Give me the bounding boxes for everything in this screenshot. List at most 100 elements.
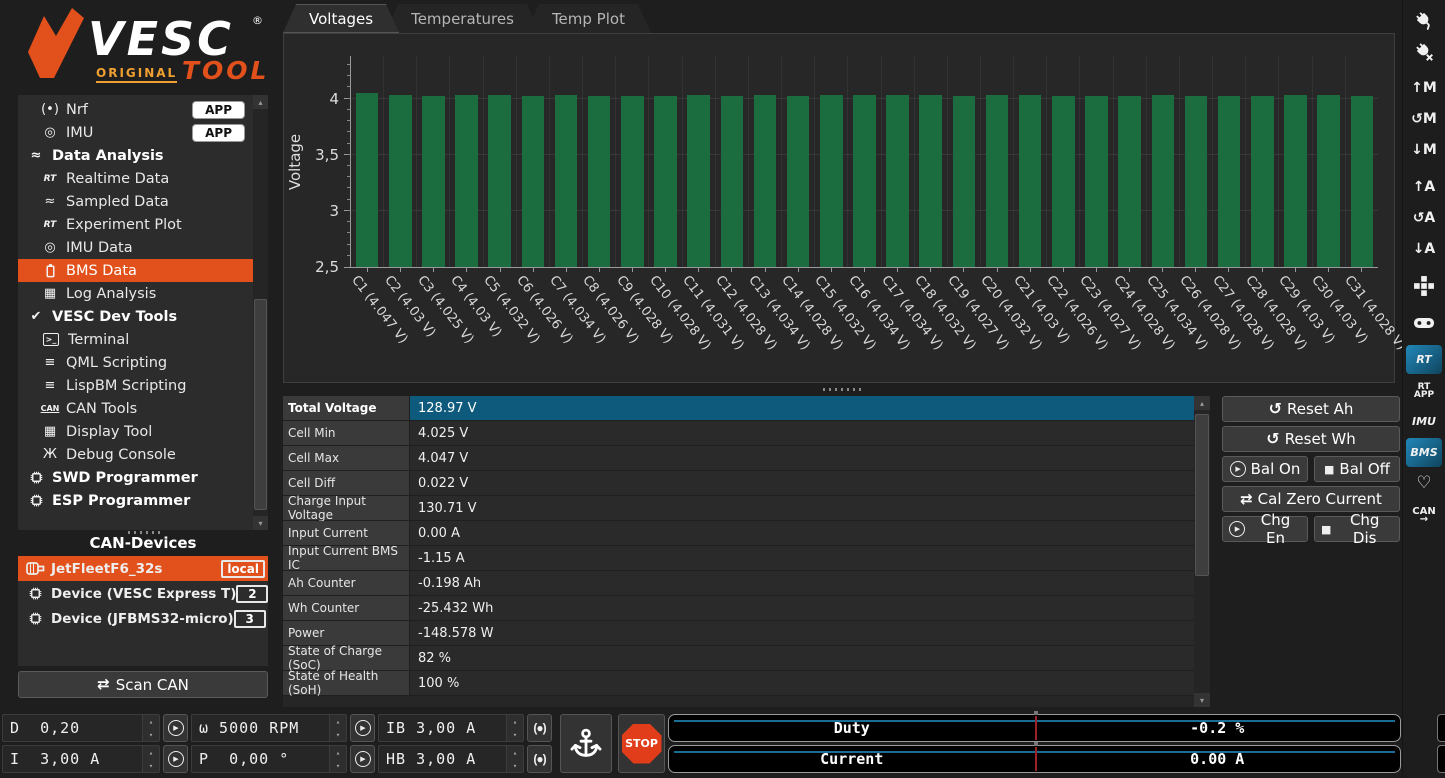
spin-up-icon[interactable]: ▴: [507, 746, 523, 759]
table-row-cell-min[interactable]: Cell Min4.025 V: [283, 421, 1194, 446]
scroll-up-icon[interactable]: ▴: [1194, 396, 1210, 410]
spin-up-icon[interactable]: ▴: [143, 746, 159, 759]
bms-data-icon[interactable]: BMS: [1406, 438, 1442, 467]
spinner-arrows[interactable]: ▴▾: [506, 746, 523, 772]
tab-voltages[interactable]: Voltages: [283, 4, 399, 33]
rt-data-icon[interactable]: RT: [1406, 345, 1442, 374]
spin-down-icon[interactable]: ▾: [143, 728, 159, 741]
reset-wh-button[interactable]: ↺Reset Wh: [1222, 426, 1400, 452]
sidebar-scrollbar-thumb[interactable]: [254, 299, 267, 510]
spin-up-icon[interactable]: ▴: [330, 746, 346, 759]
sidebar-item-terminal[interactable]: >_Terminal: [18, 328, 253, 351]
spin-down-icon[interactable]: ▾: [507, 728, 523, 741]
reset-ah-button[interactable]: ↺Reset Ah: [1222, 396, 1400, 422]
table-row-ah-counter[interactable]: Ah Counter-0.198 Ah: [283, 571, 1194, 596]
sidebar-item-data-analysis[interactable]: ≈Data Analysis: [18, 144, 253, 167]
sidebar-item-qml-scripting[interactable]: ≡QML Scripting: [18, 351, 253, 374]
can-device-jetfleetf6-32s[interactable]: JetFleetF6_32slocal: [18, 556, 268, 581]
rt-app-data-icon[interactable]: RTAPP: [1406, 376, 1442, 405]
table-row-input-current-bms-ic[interactable]: Input Current BMS IC-1.15 A: [283, 546, 1194, 571]
imu-data-icon[interactable]: IMU: [1406, 407, 1442, 436]
cal-zero-current-button[interactable]: ⇄Cal Zero Current: [1222, 486, 1400, 512]
current-brake-apply-button[interactable]: (●): [527, 714, 552, 742]
table-row-charge-input-voltage[interactable]: Charge Input Voltage130.71 V: [283, 496, 1194, 521]
reload-app-config-icon[interactable]: ↺A: [1406, 203, 1442, 232]
keep-alive-anchor-button[interactable]: [560, 714, 612, 773]
keyboard-control-icon[interactable]: [1406, 271, 1442, 300]
duty-apply-button[interactable]: ▶: [163, 714, 188, 742]
bal-on-button[interactable]: ▶Bal On: [1222, 456, 1308, 482]
stop-button[interactable]: STOP: [618, 714, 665, 773]
table-row-cell-max[interactable]: Cell Max4.047 V: [283, 446, 1194, 471]
connect-icon[interactable]: [1406, 5, 1442, 34]
scroll-up-icon[interactable]: ▴: [253, 95, 268, 109]
table-row-state-of-charge-soc[interactable]: State of Charge (SoC)82 %: [283, 646, 1194, 671]
scroll-down-icon[interactable]: ▾: [1194, 693, 1210, 707]
sidebar-item-debug-console[interactable]: ЖDebug Console: [18, 443, 253, 466]
position-spinbox[interactable]: P 0,00 °▴▾: [191, 745, 347, 773]
spin-up-icon[interactable]: ▴: [507, 715, 523, 728]
spinner-arrows[interactable]: ▴▾: [329, 746, 346, 772]
position-apply-button[interactable]: ▶: [350, 745, 375, 773]
current-spinbox[interactable]: I 3,00 A▴▾: [2, 745, 160, 773]
write-app-config-icon[interactable]: ↓A: [1406, 234, 1442, 263]
can-forward-icon[interactable]: CAN→: [1406, 500, 1442, 529]
sidebar-item-lispbm-scripting[interactable]: ≡LispBM Scripting: [18, 374, 253, 397]
bal-off-button[interactable]: ■Bal Off: [1314, 456, 1400, 482]
spinner-arrows[interactable]: ▴▾: [506, 715, 523, 741]
disconnect-icon[interactable]: [1406, 36, 1442, 65]
table-row-cell-diff[interactable]: Cell Diff0.022 V: [283, 471, 1194, 496]
sidebar-item-experiment-plot[interactable]: RTExperiment Plot: [18, 213, 253, 236]
sidebar-item-display-tool[interactable]: ▦Display Tool: [18, 420, 253, 443]
table-row-power[interactable]: Power-148.578 W: [283, 621, 1194, 646]
sidebar-item-log-analysis[interactable]: ▦Log Analysis: [18, 282, 253, 305]
table-row-wh-counter[interactable]: Wh Counter-25.432 Wh: [283, 596, 1194, 621]
reload-motor-config-icon[interactable]: ↺M: [1406, 104, 1442, 133]
sidebar-item-sampled-data[interactable]: ≈Sampled Data: [18, 190, 253, 213]
sidebar-item-imu-data[interactable]: ◎IMU Data: [18, 236, 253, 259]
scan-can-button[interactable]: ⇄ Scan CAN: [18, 671, 268, 698]
write-motor-config-icon[interactable]: ↓M: [1406, 135, 1442, 164]
sidebar-item-can-tools[interactable]: CANCAN Tools: [18, 397, 253, 420]
table-scrollbar-thumb[interactable]: [1195, 414, 1209, 576]
sidebar-item-swd-programmer[interactable]: SWD Programmer: [18, 466, 253, 489]
sidebar-item-esp-programmer[interactable]: ESP Programmer: [18, 489, 253, 512]
gamepad-icon[interactable]: [1406, 308, 1442, 337]
tab-temp-plot[interactable]: Temp Plot: [526, 4, 651, 33]
sidebar-item-realtime-data[interactable]: RTRealtime Data: [18, 167, 253, 190]
spin-down-icon[interactable]: ▾: [507, 759, 523, 772]
read-motor-config-icon[interactable]: ↑M: [1406, 73, 1442, 102]
duty-spinbox[interactable]: D 0,20▴▾: [2, 714, 160, 742]
current-brake-spinbox[interactable]: IB 3,00 A▴▾: [378, 714, 524, 742]
spin-up-icon[interactable]: ▴: [143, 715, 159, 728]
current-apply-button[interactable]: ▶: [163, 745, 188, 773]
sidebar-item-imu[interactable]: ◎IMUAPP: [18, 121, 253, 144]
spinner-arrows[interactable]: ▴▾: [329, 715, 346, 741]
can-device-device-jfbms32-micro[interactable]: Device (JFBMS32-micro)3: [18, 606, 268, 631]
scroll-down-icon[interactable]: ▾: [253, 516, 268, 530]
handbrake-spinbox[interactable]: HB 3,00 A▴▾: [378, 745, 524, 773]
wizard-heart-icon[interactable]: ♡: [1406, 469, 1442, 498]
table-row-input-current[interactable]: Input Current0.00 A: [283, 521, 1194, 546]
speed-apply-button[interactable]: ▶: [350, 714, 375, 742]
sidebar-item-bms-data[interactable]: BMS Data: [18, 259, 253, 282]
table-row-state-of-health-soh[interactable]: State of Health (SoH)100 %: [283, 671, 1194, 696]
tab-temperatures[interactable]: Temperatures: [385, 4, 540, 33]
speed-spinbox[interactable]: ω 5000 RPM▴▾: [191, 714, 347, 742]
spin-down-icon[interactable]: ▾: [330, 728, 346, 741]
spin-down-icon[interactable]: ▾: [330, 759, 346, 772]
can-device-device-vesc-express-t[interactable]: Device (VESC Express T)2: [18, 581, 268, 606]
spinner-arrows[interactable]: ▴▾: [142, 746, 159, 772]
spinner-arrows[interactable]: ▴▾: [142, 715, 159, 741]
spin-up-icon[interactable]: ▴: [330, 715, 346, 728]
table-scrollbar[interactable]: ▴ ▾: [1194, 396, 1210, 707]
sidebar-item-vesc-dev-tools[interactable]: ✔VESC Dev Tools: [18, 305, 253, 328]
chart-table-splitter[interactable]: [283, 384, 1400, 395]
sidebar-scrollbar[interactable]: ▴ ▾: [253, 95, 268, 530]
chg-en-button[interactable]: ▶Chg En: [1222, 516, 1308, 542]
chg-dis-button[interactable]: ■Chg Dis: [1314, 516, 1400, 542]
read-app-config-icon[interactable]: ↑A: [1406, 172, 1442, 201]
table-row-total-voltage[interactable]: Total Voltage128.97 V: [283, 396, 1194, 421]
handbrake-apply-button[interactable]: (●): [527, 745, 552, 773]
sidebar-item-nrf[interactable]: (•)NrfAPP: [18, 98, 253, 121]
